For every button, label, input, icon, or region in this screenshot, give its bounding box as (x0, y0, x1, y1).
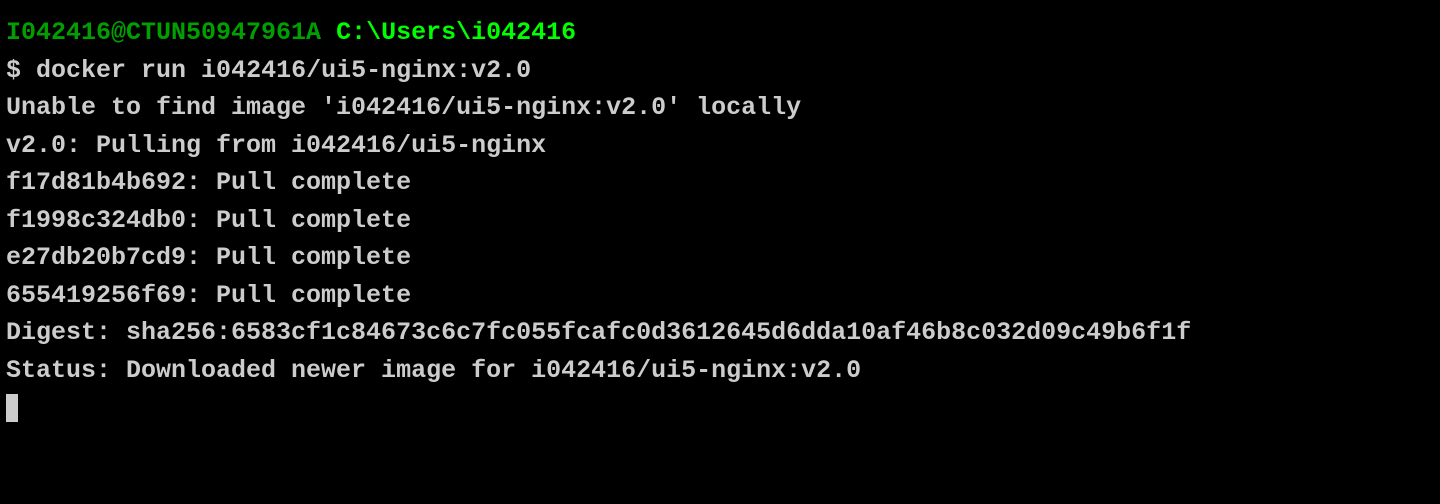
prompt-path: C:\Users\i042416 (336, 18, 576, 47)
prompt-line[interactable]: I042416@CTUN50947961A C:\Users\i042416 (6, 14, 1434, 52)
output-line-3: f1998c324db0: Pull complete (6, 202, 1434, 240)
output-line-1: v2.0: Pulling from i042416/ui5-nginx (6, 127, 1434, 165)
prompt-user-host: I042416@CTUN50947961A (6, 18, 321, 47)
cursor-line[interactable] (6, 389, 1434, 427)
command-line[interactable]: $ docker run i042416/ui5-nginx:v2.0 (6, 52, 1434, 90)
output-line-0: Unable to find image 'i042416/ui5-nginx:… (6, 89, 1434, 127)
output-line-7: Status: Downloaded newer image for i0424… (6, 352, 1434, 390)
prompt-symbol: $ (6, 56, 21, 85)
command-text: docker run i042416/ui5-nginx:v2.0 (36, 56, 531, 85)
output-line-6: Digest: sha256:6583cf1c84673c6c7fc055fca… (6, 314, 1434, 352)
cursor-icon (6, 394, 18, 422)
output-line-5: 655419256f69: Pull complete (6, 277, 1434, 315)
output-line-2: f17d81b4b692: Pull complete (6, 164, 1434, 202)
output-line-4: e27db20b7cd9: Pull complete (6, 239, 1434, 277)
